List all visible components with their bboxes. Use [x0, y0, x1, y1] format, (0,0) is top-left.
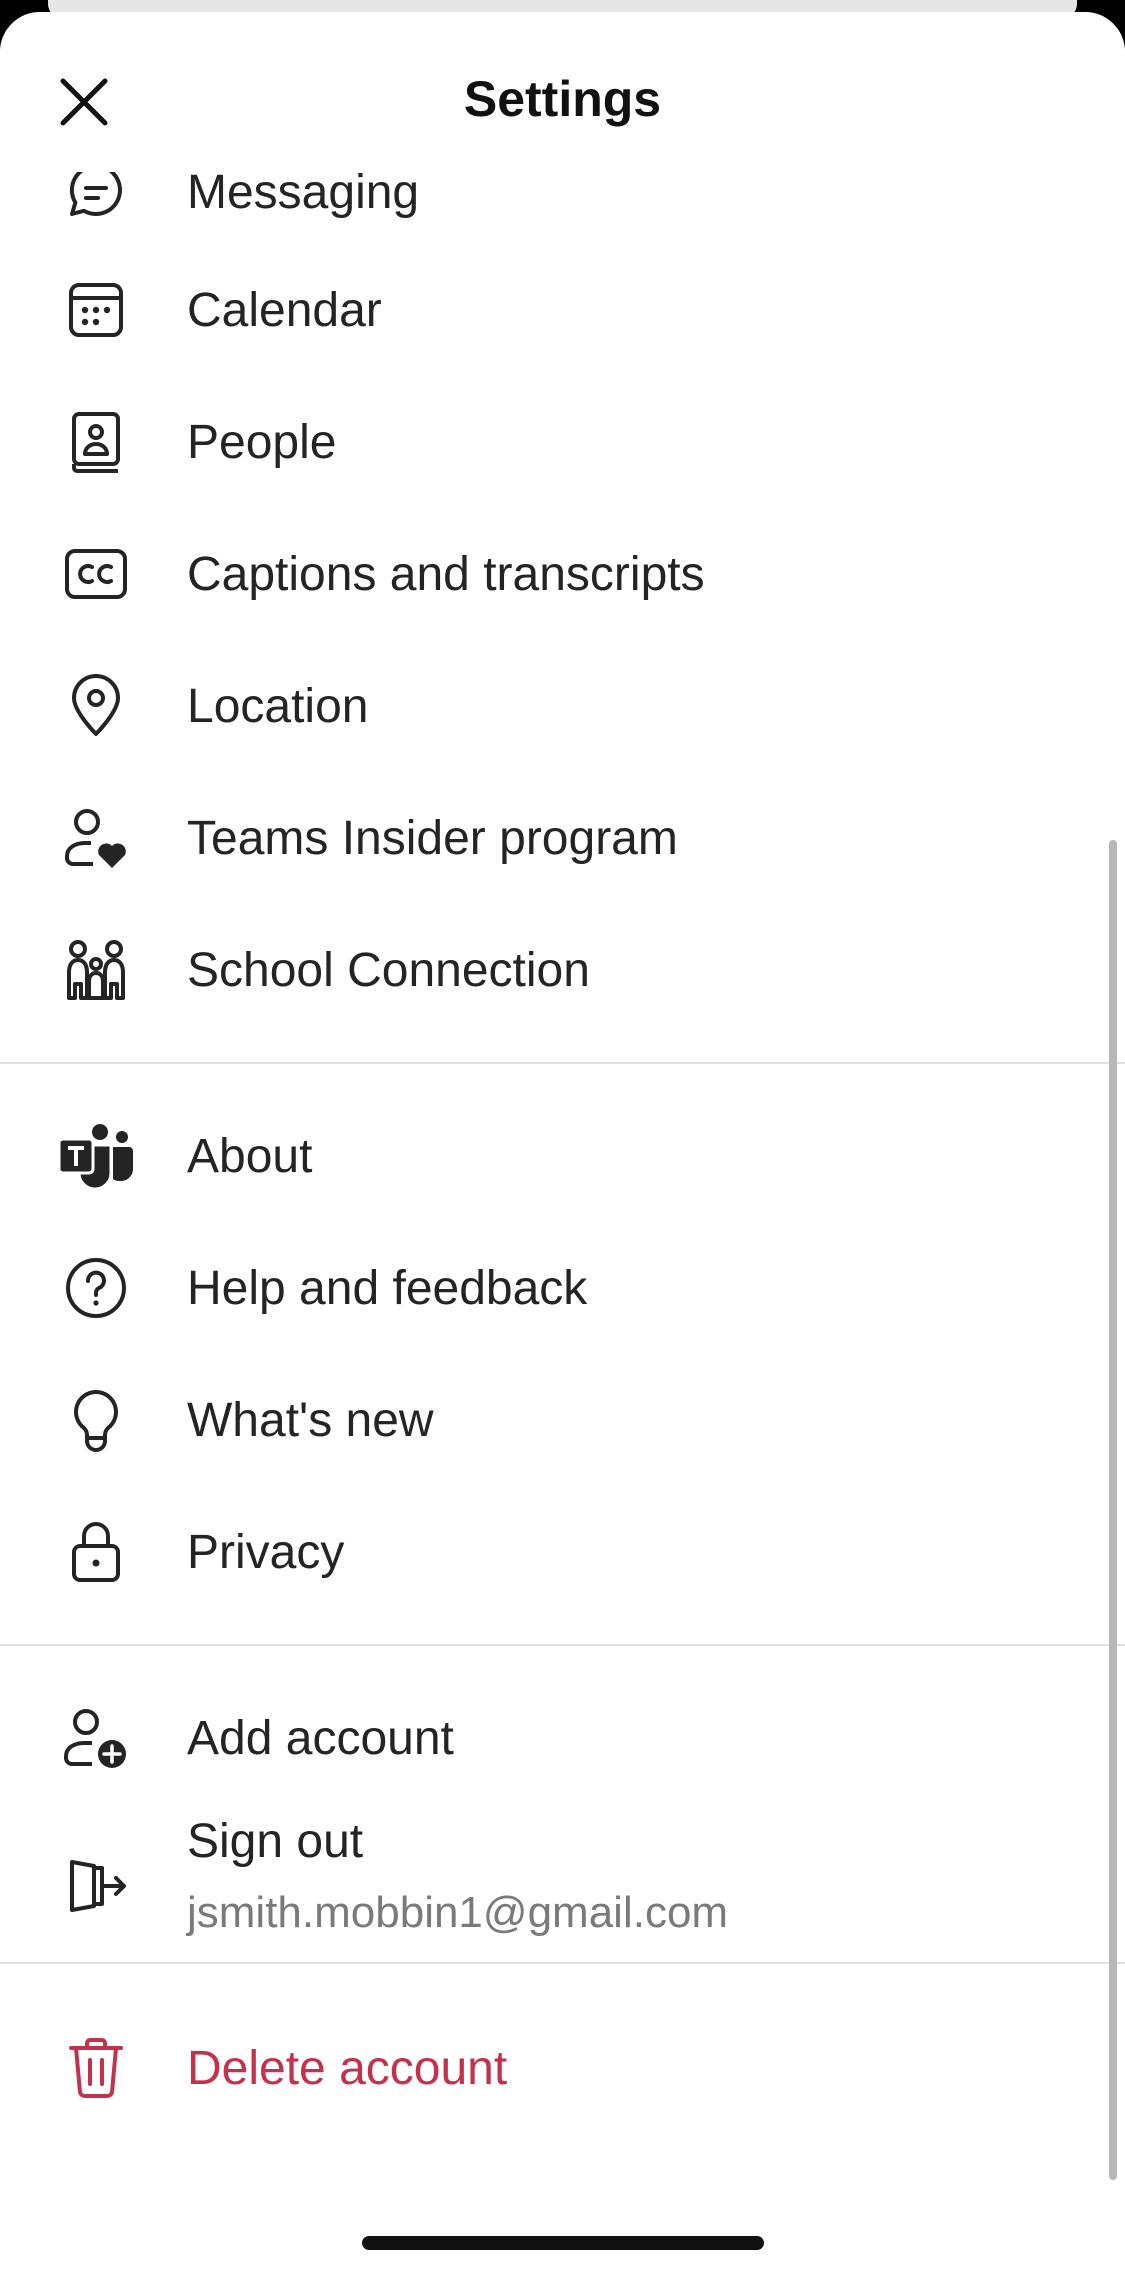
settings-item-delete-account[interactable]: Delete account — [0, 2002, 1125, 2134]
person-add-icon — [58, 1700, 134, 1776]
settings-item-calendar[interactable]: Calendar — [0, 244, 1125, 376]
trash-icon — [58, 2030, 134, 2106]
settings-item-school[interactable]: School Connection — [0, 904, 1125, 1036]
settings-item-label: School Connection — [187, 943, 590, 997]
settings-header: Settings — [0, 12, 1125, 172]
settings-item-label: Help and feedback — [187, 1261, 588, 1315]
settings-item-sign-out[interactable]: Sign out jsmith.mobbin1@gmail.com — [0, 1792, 1125, 1972]
section-divider — [0, 1062, 1125, 1064]
page-title: Settings — [463, 71, 662, 127]
contact-book-icon — [58, 404, 134, 480]
lock-icon — [58, 1514, 134, 1590]
calendar-icon — [58, 272, 134, 348]
settings-item-insider[interactable]: Teams Insider program — [0, 772, 1125, 904]
location-pin-icon — [58, 668, 134, 744]
person-heart-icon — [58, 800, 134, 876]
settings-item-label: Messaging — [187, 165, 420, 219]
settings-item-label: What's new — [187, 1393, 434, 1447]
settings-item-label: Privacy — [187, 1525, 345, 1579]
settings-item-label: Teams Insider program — [187, 811, 678, 865]
settings-item-whats-new[interactable]: What's new — [0, 1354, 1125, 1486]
settings-item-label: Calendar — [187, 283, 382, 337]
settings-item-add-account[interactable]: Add account — [0, 1672, 1125, 1804]
closed-captions-icon — [58, 536, 134, 612]
settings-item-help[interactable]: Help and feedback — [0, 1222, 1125, 1354]
settings-item-label: Delete account — [187, 2041, 508, 2095]
home-indicator[interactable] — [362, 2236, 764, 2250]
settings-item-location[interactable]: Location — [0, 640, 1125, 772]
settings-item-label: Add account — [187, 1711, 454, 1765]
settings-item-privacy[interactable]: Privacy — [0, 1486, 1125, 1618]
lightbulb-icon — [58, 1382, 134, 1458]
settings-item-label: About — [187, 1129, 313, 1183]
sign-out-icon — [58, 1848, 134, 1924]
help-circle-icon — [58, 1250, 134, 1326]
sign-out-label: Sign out — [187, 1815, 364, 1868]
settings-item-label: Captions and transcripts — [187, 547, 705, 601]
account-email: jsmith.mobbin1@gmail.com — [187, 1888, 729, 1937]
settings-item-label: Location — [187, 679, 369, 733]
teams-logo-icon — [58, 1118, 134, 1194]
settings-list[interactable]: Messaging Calendar People Captions and t… — [0, 12, 1125, 2284]
scrollbar[interactable] — [1109, 840, 1117, 2180]
settings-sheet: Messaging Calendar People Captions and t… — [0, 12, 1125, 2284]
settings-item-captions[interactable]: Captions and transcripts — [0, 508, 1125, 640]
family-icon — [58, 932, 134, 1008]
section-divider — [0, 1644, 1125, 1646]
settings-item-people[interactable]: People — [0, 376, 1125, 508]
settings-item-label: People — [187, 415, 337, 469]
section-divider — [0, 1962, 1125, 1964]
settings-item-about[interactable]: About — [0, 1090, 1125, 1222]
